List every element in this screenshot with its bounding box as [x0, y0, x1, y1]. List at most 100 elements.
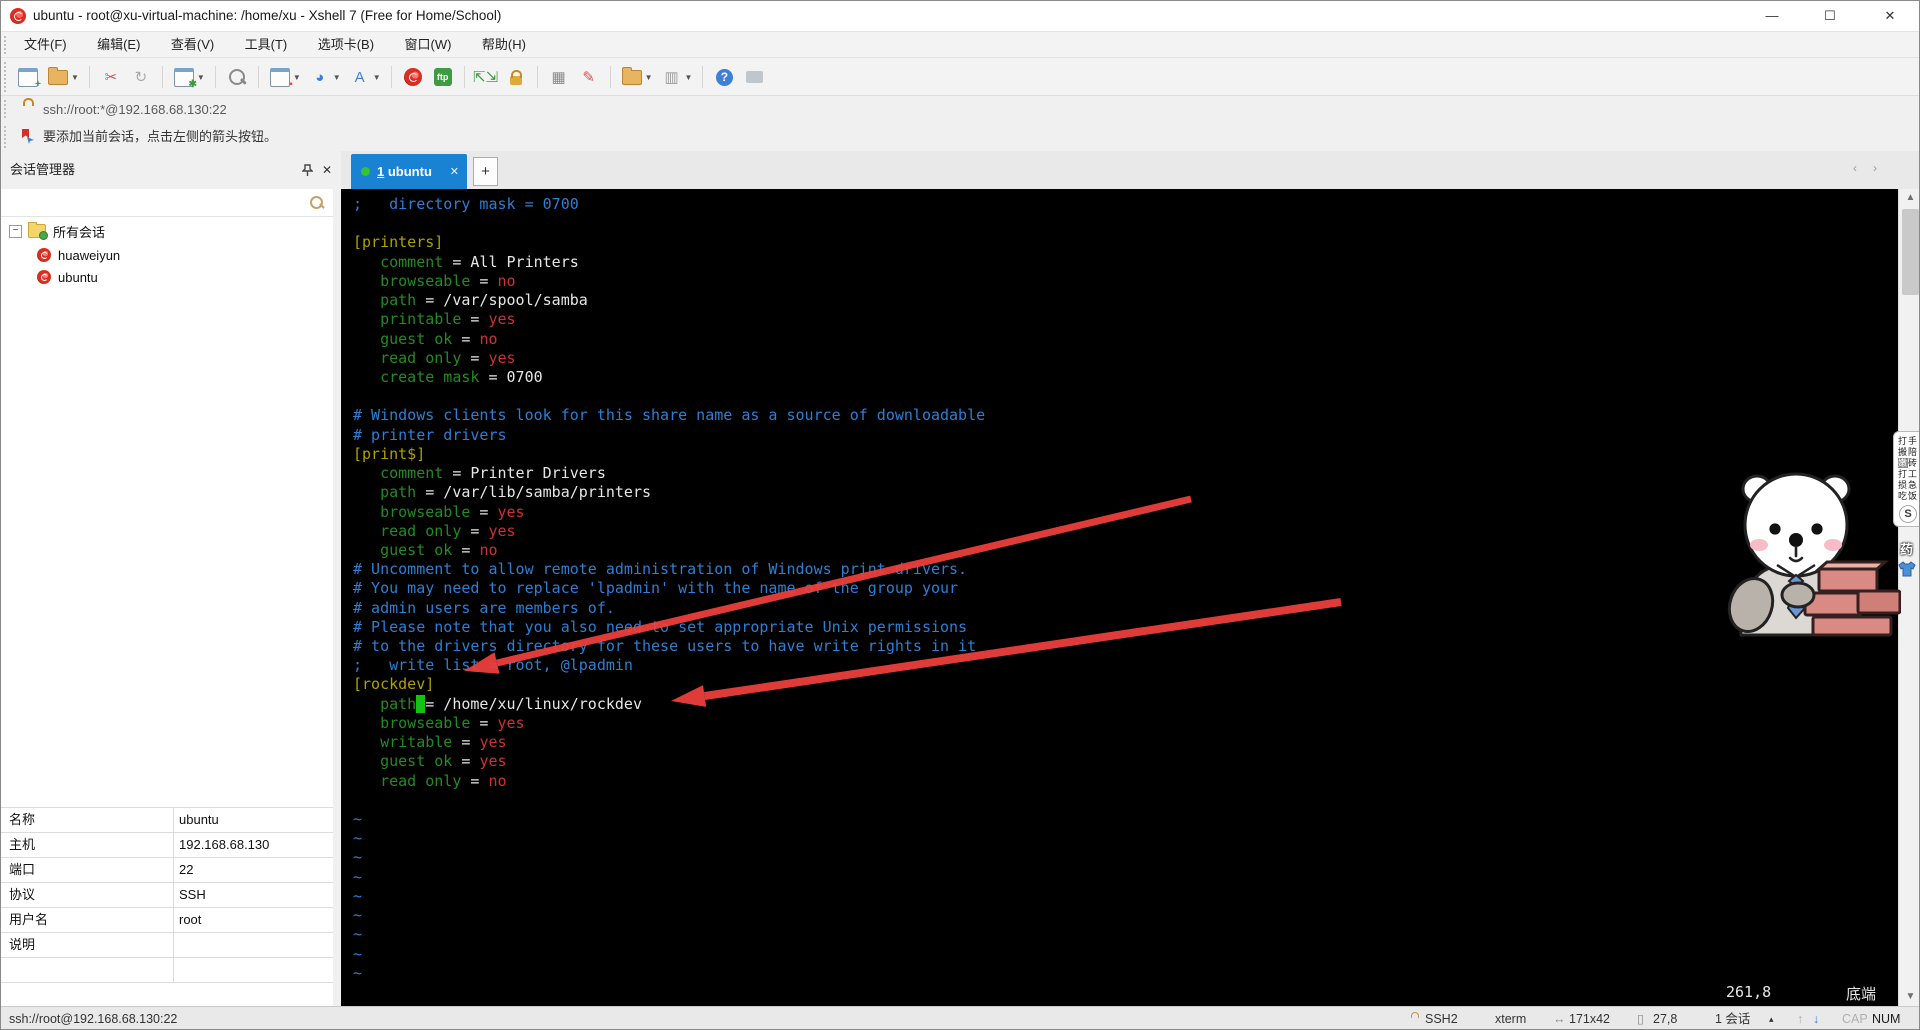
property-value: 22	[179, 858, 193, 882]
layout-icon[interactable]: ▥▼	[661, 64, 693, 90]
panel-splitter[interactable]	[333, 151, 341, 1006]
status-session-count[interactable]: 1 会话	[1715, 1007, 1750, 1030]
tab-ubuntu[interactable]: 1 ubuntu ✕	[351, 154, 467, 189]
menu-tabs[interactable]: 选项卡(B)	[305, 32, 387, 58]
terminal-line	[353, 791, 985, 810]
sticker-char: 药	[1900, 539, 1913, 558]
tree-expander-icon[interactable]: −	[9, 225, 22, 238]
property-label: 协议	[9, 883, 35, 907]
session-properties-icon[interactable]: ✱▼	[173, 64, 205, 90]
tab-scroll-right-icon[interactable]: ›	[1873, 161, 1877, 175]
new-folder-icon[interactable]: ▼	[621, 64, 653, 90]
toolbar-separator	[215, 66, 216, 88]
terminal-line: printable = yes	[353, 310, 985, 329]
terminal-line: ~	[353, 945, 985, 964]
terminal-text-segment: comment	[353, 464, 443, 482]
menu-edit[interactable]: 编辑(E)	[84, 32, 153, 58]
toolbar-separator	[89, 66, 90, 88]
terminal-line: path = /home/xu/linux/rockdev	[353, 695, 985, 714]
fullscreen-icon[interactable]: ⇱⇲	[475, 64, 497, 90]
xshell-icon[interactable]	[402, 64, 424, 90]
status-terminal-type[interactable]: xterm	[1495, 1007, 1526, 1030]
property-label: 端口	[9, 858, 35, 882]
menu-file[interactable]: 文件(F)	[11, 32, 80, 58]
terminal-text-segment: [rockdev]	[353, 675, 434, 693]
lock-screen-icon[interactable]	[505, 64, 527, 90]
session-tree: − 所有会话 huaweiyun ubuntu	[1, 216, 333, 807]
terminal-line	[353, 387, 985, 406]
virtual-keyboard-icon[interactable]: ▦	[548, 64, 570, 90]
menu-window[interactable]: 窗口(W)	[392, 32, 465, 58]
session-dropdown-icon[interactable]: ▴	[1769, 1007, 1774, 1030]
scroll-top-icon[interactable]: ↑	[1797, 1007, 1803, 1030]
highlight-pen-icon[interactable]: ✎	[578, 64, 600, 90]
toolbar-separator	[162, 66, 163, 88]
find-icon[interactable]	[226, 64, 248, 90]
terminal-text-segment: ; write list = root, @lpadmin	[353, 656, 633, 674]
help-icon[interactable]: ?	[713, 64, 735, 90]
sticker-banner-row: 打手	[1894, 436, 1920, 447]
tab-scroll-left-icon[interactable]: ‹	[1853, 161, 1857, 175]
terminal-line: read only = yes	[353, 349, 985, 368]
terminal-line: ~	[353, 810, 985, 829]
terminal-line: ~	[353, 848, 985, 867]
property-value: ubuntu	[179, 808, 219, 832]
terminal-line: guest ok = no	[353, 541, 985, 560]
disconnect-icon[interactable]: ✂	[100, 64, 122, 90]
session-search-input[interactable]	[1, 189, 333, 217]
terminal-text-segment: read only	[353, 772, 461, 790]
tree-item-ubuntu[interactable]: ubuntu	[37, 266, 98, 288]
terminal-text-segment: guest ok	[353, 330, 452, 348]
scrollbar-thumb[interactable]	[1902, 209, 1919, 295]
open-session-icon[interactable]: ▼	[47, 64, 79, 90]
scroll-up-icon[interactable]: ▲	[1899, 189, 1920, 207]
maximize-button[interactable]: ☐	[1807, 1, 1853, 31]
tree-item-all-sessions[interactable]: − 所有会话	[9, 220, 105, 242]
menu-bar: 文件(F) 编辑(E) 查看(V) 工具(T) 选项卡(B) 窗口(W) 帮助(…	[1, 31, 1920, 58]
proxy-globe-icon[interactable]: ◕▼	[309, 64, 341, 90]
session-icon	[37, 248, 51, 262]
xshell-logo-icon	[10, 8, 26, 24]
pin-icon[interactable]	[299, 162, 315, 178]
menu-tools[interactable]: 工具(T)	[232, 32, 301, 58]
minimize-button[interactable]: —	[1749, 1, 1795, 31]
tree-item-huaweiyun[interactable]: huaweiyun	[37, 244, 120, 266]
sticker-banner[interactable]: 打手搬陪嫩砖打工损急吃饭S	[1893, 431, 1920, 527]
scroll-down-icon[interactable]: ▼	[1899, 988, 1920, 1006]
status-encryption[interactable]: SSH2	[1425, 1007, 1458, 1030]
terminal-cursor	[416, 695, 425, 713]
message-board-icon[interactable]	[743, 64, 765, 90]
terminal[interactable]: ; directory mask = 0700[printers] commen…	[341, 189, 1898, 1006]
terminal-text-segment: ~	[353, 925, 362, 943]
toolbar-separator	[610, 66, 611, 88]
session-label[interactable]: ubuntu	[58, 270, 98, 285]
font-icon[interactable]: A▼	[349, 64, 381, 90]
new-tab-button[interactable]: +	[473, 157, 498, 186]
sticker-banner-row: 嫩砖	[1894, 458, 1920, 469]
terminal-text-segment: =	[461, 522, 488, 540]
vim-ruler-position: 261,8	[1726, 983, 1771, 1001]
xftp-icon[interactable]: ftp	[432, 64, 454, 90]
toolbar-separator	[391, 66, 392, 88]
search-icon[interactable]	[310, 196, 323, 209]
address-url[interactable]: ssh://root:*@192.168.68.130:22	[43, 96, 227, 123]
shirt-icon[interactable]	[1898, 561, 1916, 577]
scroll-bottom-icon[interactable]: ↓	[1813, 1007, 1819, 1030]
tree-root-label[interactable]: 所有会话	[53, 222, 105, 241]
reconnect-icon[interactable]: ↻	[130, 64, 152, 90]
session-manager-panel: 会话管理器 ✕ − 所有会话 huaweiyun ubuntu	[1, 151, 334, 1006]
terminal-line: ~	[353, 964, 985, 983]
menu-view[interactable]: 查看(V)	[158, 32, 227, 58]
terminal-text-segment: ; directory mask = 0700	[353, 195, 579, 213]
tab-close-icon[interactable]: ✕	[450, 165, 459, 178]
new-session-icon[interactable]: +	[17, 64, 39, 90]
terminal-text-segment: guest ok	[353, 752, 452, 770]
menu-help[interactable]: 帮助(H)	[469, 32, 539, 58]
session-label[interactable]: huaweiyun	[58, 248, 120, 263]
close-button[interactable]: ✕	[1867, 1, 1913, 31]
terminal-line: ; write list = root, @lpadmin	[353, 656, 985, 675]
terminal-scrollbar[interactable]: ▲ ▼	[1898, 189, 1920, 1006]
status-cursor-position: 27,8	[1653, 1007, 1677, 1030]
compose-pane-icon[interactable]: ▪▼	[269, 64, 301, 90]
property-label: 用户名	[9, 908, 48, 932]
